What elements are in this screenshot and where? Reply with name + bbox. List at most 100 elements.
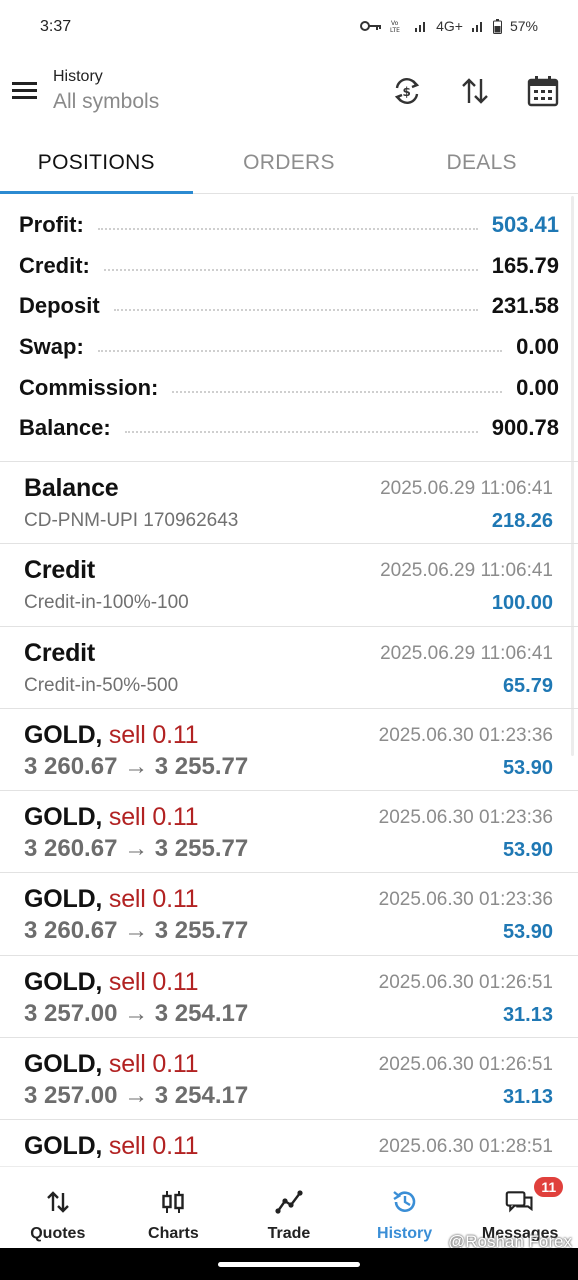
nav-trade[interactable]: Trade <box>231 1167 347 1246</box>
list-item[interactable]: GOLD, sell 0.11 3 257.00 → 3 254.17 2025… <box>0 956 578 1039</box>
list-item[interactable]: GOLD, sell 0.11 3 257.00 → 3 254.17 2025… <box>0 1038 578 1121</box>
deal-title: GOLD, sell 0.11 <box>24 803 199 832</box>
calendar-button[interactable] <box>526 74 560 108</box>
deal-symbol: GOLD, <box>24 1050 103 1079</box>
summary-row-swap: Swap: 0.00 <box>0 327 578 368</box>
battery-level: 57% <box>509 18 538 34</box>
volte-icon: VoLTE <box>390 20 400 34</box>
deal-symbol: GOLD, <box>24 967 103 996</box>
deal-side: sell 0.11 <box>108 967 199 996</box>
deal-time: 2025.06.30 01:23:36 <box>378 724 553 746</box>
summary-value: 0.00 <box>510 374 559 401</box>
deal-profit: 53.90 <box>502 756 553 779</box>
currency-exchange-icon: $ <box>394 78 420 104</box>
summary-label: Deposit <box>19 293 106 320</box>
deal-title: GOLD, sell 0.11 <box>24 1132 199 1161</box>
deal-prices: 3 257.00 → 3 254.17 <box>24 999 249 1027</box>
dotted-leader <box>103 268 478 271</box>
status-time: 3:37 <box>40 18 72 35</box>
summary-label: Balance: <box>19 415 117 442</box>
nav-charts[interactable]: Charts <box>116 1167 232 1246</box>
deal-title: Balance <box>24 474 119 503</box>
deal-side: sell 0.11 <box>108 885 199 914</box>
svg-text:Vo: Vo <box>391 20 399 27</box>
list-item[interactable]: Credit Credit-in-100%-100 2025.06.29 11:… <box>0 544 578 627</box>
system-nav-bar <box>0 1248 578 1280</box>
deal-name: Balance <box>24 474 119 502</box>
summary-row-deposit: Deposit 231.58 <box>0 286 578 327</box>
sort-button[interactable] <box>458 74 492 108</box>
history-icon <box>390 1187 420 1217</box>
signal-icon <box>471 22 482 32</box>
list-item[interactable]: GOLD, sell 0.11 3 260.67 → 3 255.77 2025… <box>0 791 578 874</box>
deal-symbol: GOLD, <box>24 885 103 914</box>
deal-time: 2025.06.30 01:23:36 <box>378 889 553 911</box>
key-icon <box>360 21 382 31</box>
summary-row-balance: Balance: 900.78 <box>0 408 578 449</box>
unread-badge: 11 <box>532 1175 566 1199</box>
network-type: 4G+ <box>436 18 463 34</box>
menu-button[interactable] <box>12 80 42 108</box>
deal-profit: 31.13 <box>502 1086 553 1109</box>
tab-positions[interactable]: POSITIONS <box>0 140 193 194</box>
deal-title: Credit <box>24 556 95 585</box>
dotted-leader <box>97 228 478 231</box>
deal-time: 2025.06.29 11:06:41 <box>380 478 553 499</box>
deal-profit: 218.26 <box>491 510 553 532</box>
deal-side: sell 0.11 <box>108 1132 199 1161</box>
symbol-filter[interactable]: All symbols <box>53 90 159 114</box>
summary-panel: Profit: 503.41 Credit: 165.79 Deposit 23… <box>0 205 578 449</box>
summary-row-commission: Commission: 0.00 <box>0 367 578 408</box>
deal-comment: CD-PNM-UPI 170962643 <box>24 510 239 531</box>
deal-symbol: GOLD, <box>24 803 103 832</box>
signal-icon <box>415 22 426 32</box>
list-item[interactable]: Balance CD-PNM-UPI 170962643 2025.06.29 … <box>0 462 578 545</box>
dotted-leader <box>97 350 503 353</box>
calendar-icon <box>527 76 559 107</box>
summary-row-credit: Credit: 165.79 <box>0 246 578 287</box>
trade-icon <box>274 1187 304 1217</box>
svg-text:$: $ <box>403 85 411 99</box>
status-bar: 3:37 Vo LTE 4G+ 57% <box>0 0 578 56</box>
summary-value: 231.58 <box>485 293 559 320</box>
dotted-leader <box>124 431 478 434</box>
status-icons: Vo LTE 4G+ 57% <box>360 18 538 34</box>
deal-symbol: GOLD, <box>24 720 103 749</box>
hamburger-icon <box>12 82 37 99</box>
deal-profit: 100.00 <box>491 592 553 615</box>
nav-label: Charts <box>148 1225 199 1242</box>
header-titles: History All symbols <box>53 68 159 114</box>
nav-label: Trade <box>267 1225 311 1242</box>
nav-label: History <box>377 1225 433 1242</box>
deal-profit: 65.79 <box>502 674 553 697</box>
dotted-leader <box>172 390 503 393</box>
summary-label: Commission: <box>19 374 165 401</box>
deals-list: Balance CD-PNM-UPI 170962643 2025.06.29 … <box>0 462 578 1166</box>
nav-history[interactable]: History <box>347 1167 463 1246</box>
deal-prices: 3 257.00 → 3 254.17 <box>24 1082 249 1110</box>
deal-comment: Credit-in-50%-500 <box>24 674 179 696</box>
summary-value: 503.41 <box>485 212 559 239</box>
list-item[interactable]: Credit Credit-in-50%-500 2025.06.29 11:0… <box>0 627 578 709</box>
deal-title: GOLD, sell 0.11 <box>24 1050 199 1079</box>
list-item[interactable]: GOLD, sell 0.11 3 260.67 → 3 255.77 2025… <box>0 873 578 956</box>
quotes-icon <box>43 1187 73 1217</box>
tab-orders[interactable]: ORDERS <box>193 140 386 193</box>
home-indicator[interactable] <box>218 1262 360 1267</box>
deal-comment: Credit-in-100%-100 <box>24 592 189 614</box>
nav-quotes[interactable]: Quotes <box>0 1167 116 1246</box>
currency-exchange-button[interactable]: $ <box>390 74 424 108</box>
deal-title: GOLD, sell 0.11 <box>24 967 199 997</box>
deal-profit: 31.13 <box>502 1003 553 1026</box>
summary-value: 165.79 <box>485 252 559 279</box>
list-item[interactable]: GOLD, sell 0.11 3 260.67 → 3 255.77 2025… <box>0 709 578 792</box>
deal-profit: 53.90 <box>502 839 553 862</box>
sort-icon <box>462 78 488 104</box>
deal-time: 2025.06.29 11:06:41 <box>380 642 553 664</box>
deal-title: GOLD, sell 0.11 <box>24 720 199 750</box>
tab-deals[interactable]: DEALS <box>385 140 578 193</box>
list-item[interactable]: GOLD, sell 0.11 2025.06.30 01:28:51 <box>0 1120 578 1166</box>
summary-label: Profit: <box>19 212 90 239</box>
deal-title: GOLD, sell 0.11 <box>24 885 199 914</box>
deal-prices: 3 260.67 → 3 255.77 <box>24 917 249 945</box>
